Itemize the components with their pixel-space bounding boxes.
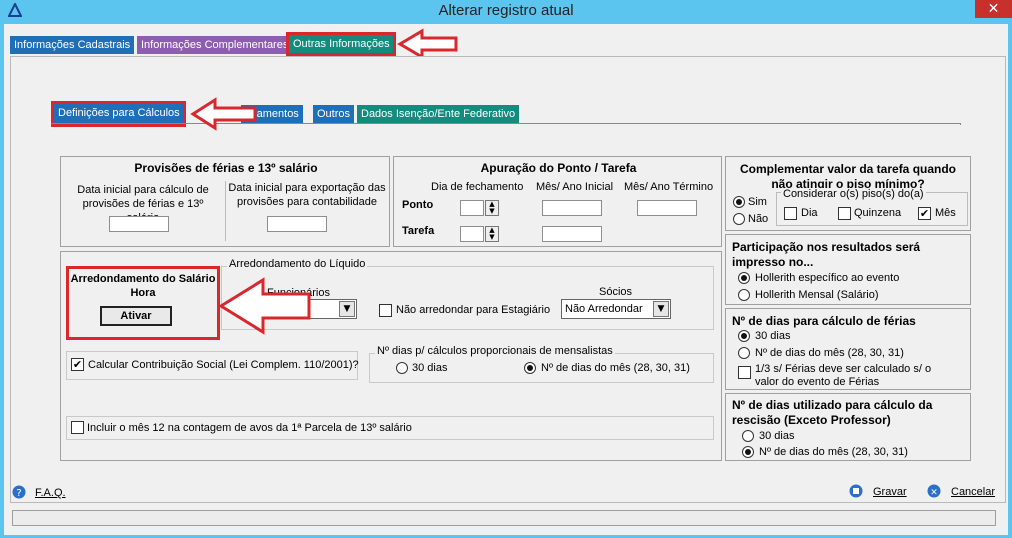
incluir-mes-checkbox[interactable] <box>71 421 84 434</box>
proporcionais-30-label: 30 dias <box>412 362 448 374</box>
considerar-legend: Considerar o(s) piso(s) do(a) <box>781 188 926 200</box>
proporcionais-30-radio[interactable] <box>396 362 408 374</box>
complementar-panel: Complementar valor da tarefa quando não … <box>725 156 971 231</box>
dia-label: Dia <box>801 207 818 219</box>
ferias-mes-radio[interactable] <box>738 347 750 359</box>
participacao-title: Participação nos resultados será impress… <box>732 240 921 269</box>
sim-label: Sim <box>748 196 767 208</box>
divider <box>225 181 226 241</box>
arredondamento-panel: Arredondamento do Salário Hora Ativar Ar… <box>60 251 722 461</box>
rescisao-30-label: 30 dias <box>759 430 795 442</box>
col-dia-label: Dia de fechamento <box>431 181 524 193</box>
hollerith-especifico-radio[interactable] <box>738 272 750 284</box>
faq-link[interactable]: F.A.Q. <box>35 487 66 499</box>
ponto-dia-spinner[interactable]: ▲ ▼ <box>485 200 499 216</box>
dialog-client: Informações Cadastrais Informações Compl… <box>4 24 1008 535</box>
sim-radio[interactable] <box>733 196 745 208</box>
rescisao-mes-radio[interactable] <box>742 446 754 458</box>
row-tarefa-label: Tarefa <box>402 225 435 237</box>
provisoes-title: Provisões de férias e 13º salário <box>134 161 318 175</box>
ponto-dia-input[interactable] <box>460 200 484 216</box>
ferias-30-radio[interactable] <box>738 330 750 342</box>
um-terco-label: 1/3 s/ Férias deve ser calculado s/ o va… <box>755 363 932 388</box>
window-title: Alterar registro atual <box>438 2 574 19</box>
data-inicial-input[interactable] <box>109 216 169 232</box>
svg-text:?: ? <box>16 488 21 499</box>
tab-informacoes-cadastrais[interactable]: Informações Cadastrais <box>10 36 135 54</box>
funcionarios-select[interactable]: ▼ <box>309 299 357 319</box>
mes-label: Mês <box>935 207 956 219</box>
contribuicao-checkbox[interactable]: ✔ <box>71 358 84 371</box>
tarefa-inicio-input[interactable] <box>542 226 602 242</box>
ferias-mes-label: Nº de dias do mês (28, 30, 31) <box>755 347 904 359</box>
help-icon: ? <box>12 485 26 499</box>
quinzena-checkbox[interactable] <box>838 207 851 220</box>
window: Alterar registro atual ✕ Informações Cad… <box>0 0 1012 538</box>
tab-informacoes-complementares[interactable]: Informações Complementares <box>137 36 293 54</box>
status-bar <box>12 510 996 526</box>
apuracao-title: Apuração do Ponto / Tarefa <box>480 161 637 175</box>
dias-rescisao-title: Nº de dias utilizado para cálculo da res… <box>732 398 933 427</box>
um-terco-checkbox[interactable] <box>738 366 751 379</box>
col-inicio-label: Mês/ Ano Inicial <box>536 181 614 193</box>
tab-outros[interactable]: Outros <box>313 105 355 123</box>
ponto-inicio-input[interactable] <box>542 200 602 216</box>
quinzena-label: Quinzena <box>854 207 902 219</box>
participacao-panel: Participação nos resultados será impress… <box>725 234 971 305</box>
close-button[interactable]: ✕ <box>975 0 1012 18</box>
col-termino-label: Mês/ Ano Término <box>624 181 714 193</box>
tab-outras-informacoes[interactable]: Outras Informações <box>286 32 396 56</box>
tarefa-dia-input[interactable] <box>460 226 484 242</box>
incluir-mes-label: Incluir o mês 12 na contagem de avos da … <box>87 422 412 434</box>
dia-checkbox[interactable] <box>784 207 797 220</box>
dias-ferias-panel: Nº de dias para cálculo de férias 30 dia… <box>725 308 971 390</box>
hollerith-mensal-label: Hollerith Mensal (Salário) <box>755 289 879 301</box>
svg-text:✕: ✕ <box>930 488 938 498</box>
gravar-button[interactable]: Gravar <box>873 486 907 498</box>
provisoes-panel: Provisões de férias e 13º salário Data i… <box>60 156 390 247</box>
tarefa-dia-spinner[interactable]: ▲ ▼ <box>485 226 499 242</box>
hollerith-especifico-label: Hollerith específico ao evento <box>755 272 900 284</box>
arredondamento-salario-title: Arredondamento do Salário Hora <box>70 273 216 299</box>
tab-page: Definições para Cálculos nçamentos Outro… <box>10 56 1006 503</box>
arredondamento-liquido-legend: Arredondamento do Líquido <box>227 258 368 270</box>
dias-rescisao-panel: Nº de dias utilizado para cálculo da res… <box>725 393 971 461</box>
save-icon <box>849 484 863 498</box>
proporcionais-mes-label: Nº de dias do mês (28, 30, 31) <box>541 362 690 374</box>
chevron-down-icon: ▼ <box>653 301 669 317</box>
contribuicao-label: Calcular Contribuição Social (Lei Comple… <box>88 359 359 371</box>
row-ponto-label: Ponto <box>402 199 434 211</box>
data-exportacao-input[interactable] <box>267 216 327 232</box>
hollerith-mensal-radio[interactable] <box>738 289 750 301</box>
cancel-icon: ✕ <box>927 484 941 498</box>
estagiario-label: Não arredondar para Estagiário <box>396 304 551 316</box>
pointer-arrow-icon <box>190 97 257 131</box>
rescisao-30-radio[interactable] <box>742 430 754 442</box>
estagiario-checkbox[interactable] <box>379 304 392 317</box>
proporcionais-mes-radio[interactable] <box>524 362 536 374</box>
ativar-button[interactable]: Ativar <box>100 306 172 326</box>
pointer-arrow-icon <box>218 277 311 335</box>
rescisao-mes-label: Nº de dias do mês (28, 30, 31) <box>759 446 908 458</box>
nao-label: Não <box>748 213 769 225</box>
apuracao-panel: Apuração do Ponto / Tarefa Dia de fecham… <box>393 156 722 247</box>
socios-label: Sócios <box>599 286 633 298</box>
cancelar-button[interactable]: Cancelar <box>951 486 995 498</box>
ferias-30-label: 30 dias <box>755 330 791 342</box>
nao-radio[interactable] <box>733 213 745 225</box>
arredondamento-salario-group: Arredondamento do Salário Hora Ativar <box>66 266 220 340</box>
sub-tab-line <box>51 123 961 125</box>
provisoes-label-exportacao: Data inicial para exportação das provisõ… <box>228 182 386 208</box>
dias-ferias-title: Nº de dias para cálculo de férias <box>732 314 916 328</box>
chevron-down-icon: ▼ <box>339 301 355 317</box>
proporcionais-legend: Nº dias p/ cálculos proporcionais de men… <box>375 345 615 357</box>
tab-dados-isencao[interactable]: Dados Isenção/Ente Federativo <box>357 105 520 123</box>
title-bar: Alterar registro atual ✕ <box>0 0 1012 22</box>
mes-checkbox[interactable]: ✔ <box>918 207 931 220</box>
ponto-termino-input[interactable] <box>637 200 697 216</box>
socios-select[interactable]: Não Arredondar ▼ <box>561 299 671 319</box>
